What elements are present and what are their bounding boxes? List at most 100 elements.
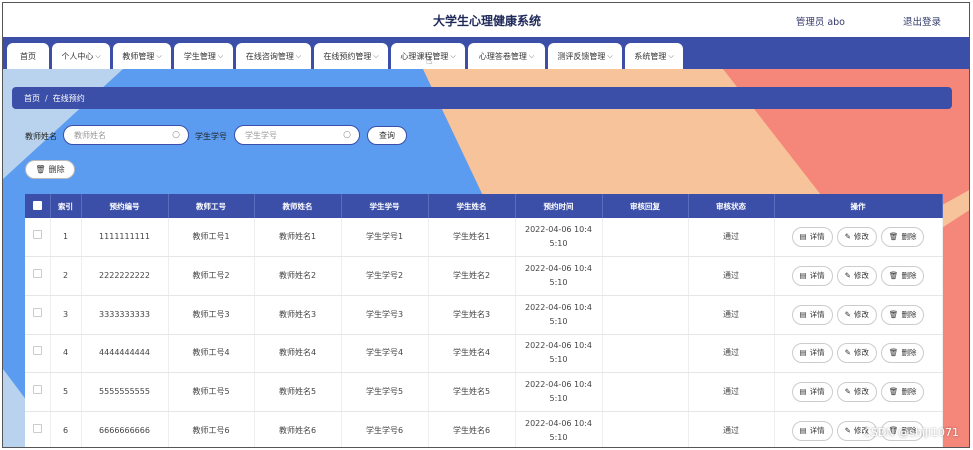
chevron-down-icon: ⌵ (607, 51, 613, 60)
logout-link[interactable]: 退出登录 (903, 14, 941, 28)
cell-student-name: 学生姓名3 (428, 295, 516, 335)
edit-button[interactable]: ✎ 修改 (836, 343, 877, 364)
nav-item-label: 首页 (20, 51, 36, 61)
nav-item-home[interactable]: 首页 (7, 43, 49, 69)
cell-code: 6666666666 (81, 411, 169, 447)
top-header: 大学生心理健康系统 管理员 abo 退出登录 (3, 3, 969, 37)
cell-status: 通过 (688, 295, 775, 335)
batch-delete-button[interactable]: 🗑 删除 (25, 160, 75, 179)
row-checkbox[interactable] (25, 256, 51, 296)
delete-button[interactable]: 🗑 删除 (880, 382, 925, 403)
delete-button[interactable]: 🗑 删除 (880, 227, 925, 248)
col-header: 教师工号 (168, 194, 255, 218)
pencil-icon: ✎ (844, 387, 851, 397)
cell-time: 2022-04-06 10:45:10 (515, 295, 603, 335)
detail-button[interactable]: ▤ 详情 (791, 266, 833, 287)
cell-time: 2022-04-06 10:45:10 (515, 256, 603, 296)
cell-teacher-name: 教师姓名5 (254, 372, 342, 412)
cell-student-id: 学生学号1 (341, 218, 429, 258)
cell-teacher-id: 教师工号6 (168, 411, 255, 447)
nav-item-label: 学生管理 (183, 51, 216, 61)
cell-student-id: 学生学号5 (341, 372, 429, 412)
cell-status: 通过 (688, 256, 775, 296)
row-checkbox[interactable] (25, 334, 51, 374)
detail-button[interactable]: ▤ 详情 (791, 420, 833, 441)
cell-teacher-name: 教师姓名1 (254, 218, 342, 258)
cell-code: 3333333333 (81, 295, 169, 335)
edit-button[interactable]: ✎ 修改 (836, 227, 877, 248)
watermark: CSDN @shiji1071 (863, 426, 959, 439)
cell-student-name: 学生姓名1 (428, 218, 516, 258)
teacher-name-label: 教师姓名 (25, 132, 57, 141)
row-checkbox[interactable] (25, 411, 51, 447)
trash-icon: 🗑 (888, 348, 899, 358)
table-row: 1 1111111111 教师工号1 教师姓名1 学生学号1 学生姓名1 2022-04-0… (25, 218, 943, 258)
cell-actions: ▤ 详情 ✎ 修改 🗑 删除 (774, 295, 943, 335)
query-button[interactable]: 查询 (367, 126, 407, 145)
table-row: 4 4444444444 教师工号4 教师姓名4 学生学号4 学生姓名4 2022-04-0… (25, 334, 943, 374)
nav-item-student[interactable]: 学生管理 ⌵ (174, 43, 233, 69)
cell-index: 1 (50, 218, 82, 258)
chevron-down-icon: ⌵ (528, 51, 535, 60)
edit-label: 修改 (853, 348, 869, 358)
cell-teacher-name: 教师姓名3 (254, 295, 342, 335)
chevron-down-icon: ⌵ (668, 51, 674, 60)
document-icon: ▤ (799, 232, 807, 242)
document-icon: ▤ (799, 425, 807, 435)
detail-button[interactable]: ▤ 详情 (791, 304, 833, 325)
breadcrumb-home[interactable]: 首页 (24, 93, 40, 104)
nav-item-label: 心理答卷管理 (478, 51, 527, 61)
nav-item-answer[interactable]: 心理答卷管理 ⌵ (468, 43, 545, 69)
trash-icon: 🗑 (888, 387, 899, 397)
cell-teacher-name: 教师姓名2 (254, 256, 342, 296)
edit-button[interactable]: ✎ 修改 (836, 266, 877, 287)
delete-label: 删除 (901, 387, 917, 397)
detail-button[interactable]: ▤ 详情 (791, 382, 833, 403)
chevron-down-icon: ⌵ (95, 51, 101, 60)
cell-student-name: 学生姓名6 (428, 411, 516, 447)
pencil-icon: ✎ (844, 348, 851, 358)
detail-label: 详情 (809, 425, 825, 435)
edit-button[interactable]: ✎ 修改 (836, 382, 877, 403)
delete-button[interactable]: 🗑 删除 (880, 304, 925, 325)
nav-item-feedback[interactable]: 测评反馈管理 ⌵ (548, 43, 622, 69)
col-header: 教师姓名 (254, 194, 342, 218)
edit-button[interactable]: ✎ 修改 (836, 304, 877, 325)
delete-button[interactable]: 🗑 删除 (880, 266, 925, 287)
table-row: 6 6666666666 教师工号6 教师姓名6 学生学号6 学生姓名6 2022-04-0… (25, 411, 943, 447)
nav-item-teacher[interactable]: 教师管理 ⌵ (113, 43, 171, 69)
delete-button[interactable]: 🗑 删除 (880, 343, 925, 364)
cell-student-id: 学生学号4 (341, 334, 429, 374)
nav-item-system[interactable]: 系统管理 ⌵ (625, 43, 683, 69)
table-row: 2 2222222222 教师工号2 教师姓名2 学生学号2 学生姓名2 2022-04-0… (25, 256, 943, 296)
cell-teacher-id: 教师工号1 (168, 218, 255, 258)
search-icon: ○ (343, 130, 351, 140)
student-id-input[interactable]: 学生学号 ○ (234, 125, 360, 145)
nav-item-label: 心理课程管理 (400, 51, 449, 61)
detail-button[interactable]: ▤ 详情 (791, 227, 833, 248)
document-icon: ▤ (799, 309, 807, 319)
cell-code: 1111111111 (81, 218, 169, 258)
nav-item-consult[interactable]: 在线咨询管理 ⌵ (236, 43, 311, 69)
pencil-icon: ✎ (844, 425, 851, 435)
nav-item-appointment[interactable]: 在线预约管理 ⌵ (314, 43, 388, 69)
edit-label: 修改 (853, 271, 869, 281)
row-checkbox[interactable] (25, 218, 51, 258)
row-checkbox[interactable] (25, 372, 51, 412)
nav-item-personal-center[interactable]: 个人中心 ⌵ (52, 43, 110, 69)
select-all-checkbox[interactable] (25, 194, 51, 218)
cell-teacher-id: 教师工号5 (168, 372, 255, 412)
row-checkbox[interactable] (25, 295, 51, 335)
nav-item-label: 在线咨询管理 (245, 51, 294, 61)
chevron-down-icon: ⌵ (373, 51, 379, 60)
detail-button[interactable]: ▤ 详情 (791, 343, 833, 364)
cell-status: 通过 (688, 372, 775, 412)
detail-label: 详情 (809, 271, 825, 281)
detail-label: 详情 (809, 348, 825, 358)
teacher-name-input[interactable]: 教师姓名 ○ (63, 125, 189, 145)
chevron-down-icon: ⌵ (156, 51, 162, 60)
col-header: 预约时间 (515, 194, 603, 218)
breadcrumb: 首页 / 在线预约 (12, 87, 952, 109)
cell-teacher-id: 教师工号3 (168, 295, 255, 335)
trash-icon: 🗑 (888, 232, 899, 242)
